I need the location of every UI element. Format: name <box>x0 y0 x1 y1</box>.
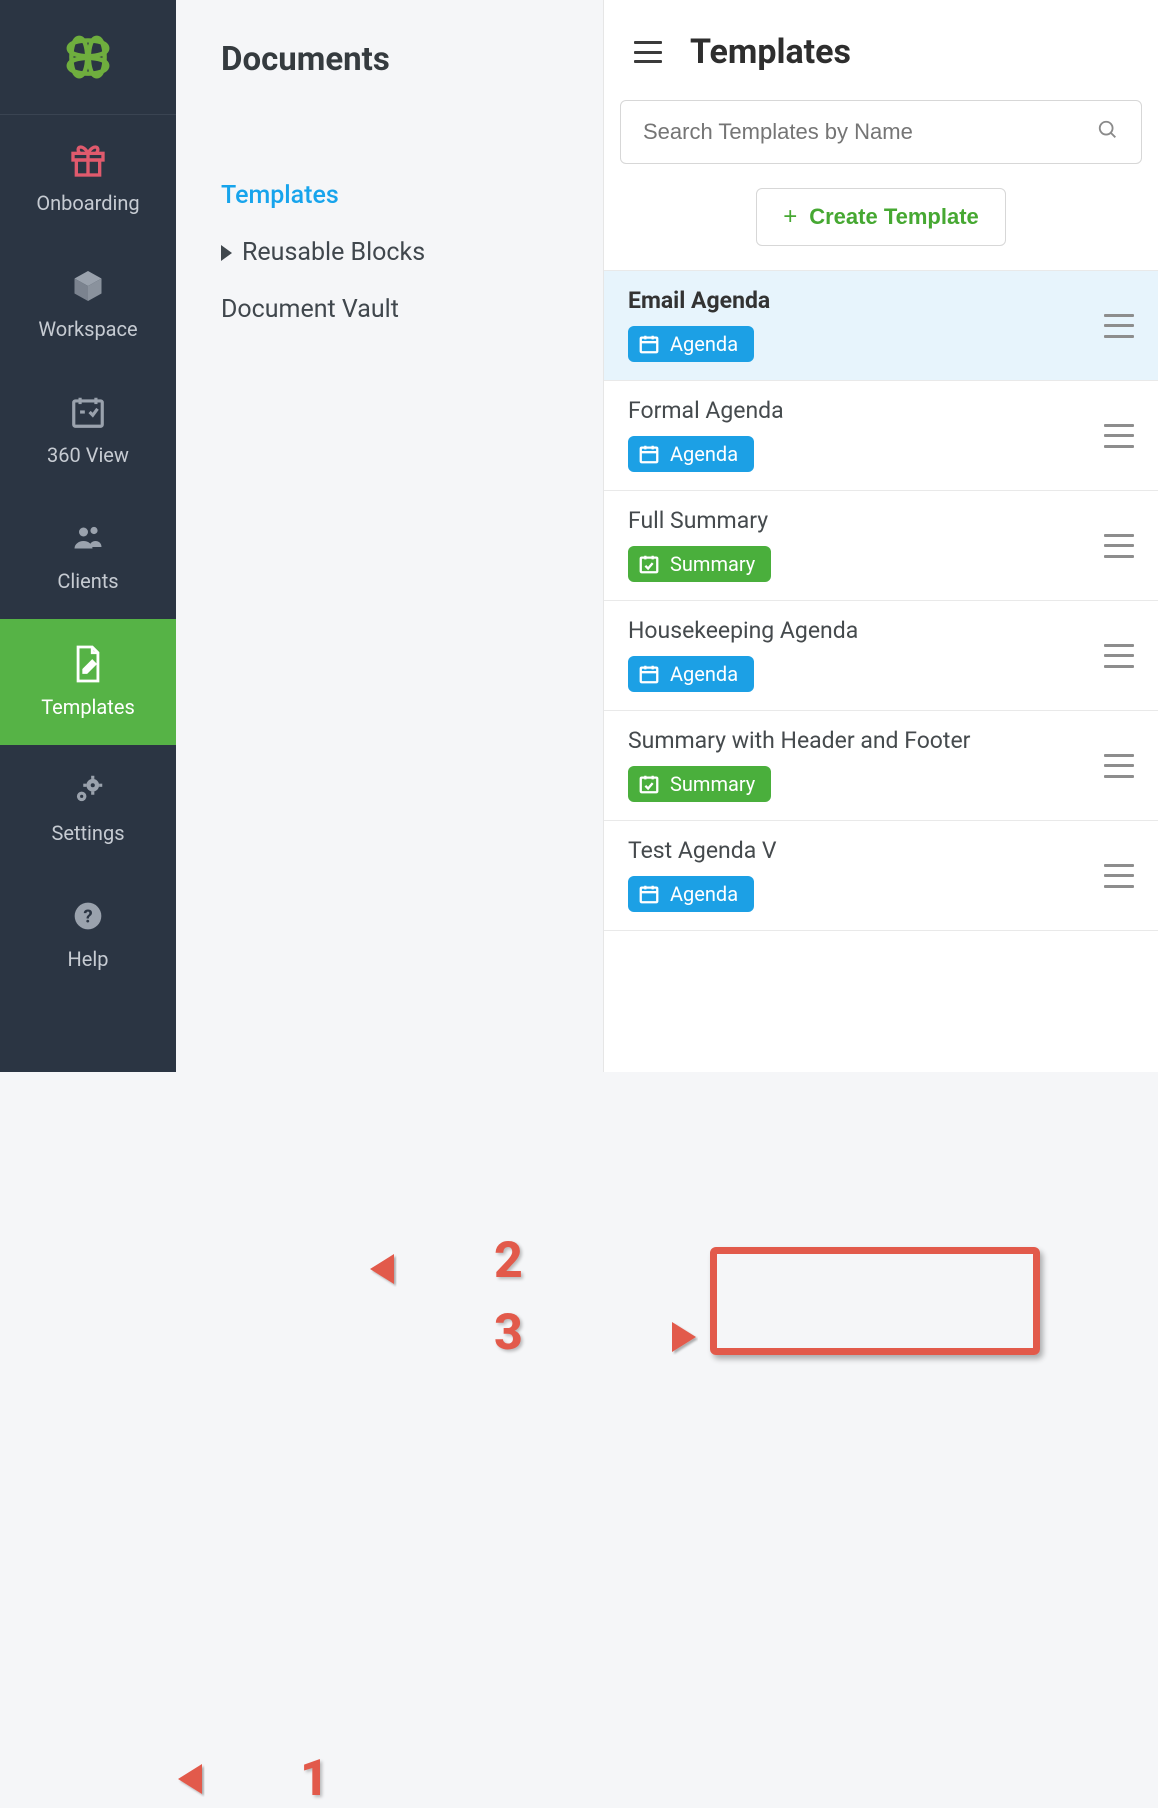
template-row[interactable]: Housekeeping Agenda Agenda <box>604 601 1158 711</box>
template-tag: Summary <box>628 766 771 802</box>
template-name: Formal Agenda <box>628 397 1134 424</box>
create-template-button[interactable]: + Create Template <box>756 188 1006 246</box>
calendar-check-icon <box>638 773 660 795</box>
row-menu-icon[interactable] <box>1104 424 1134 448</box>
calendar-icon <box>638 443 660 465</box>
row-menu-icon[interactable] <box>1104 534 1134 558</box>
panel-title: Documents <box>221 40 558 79</box>
template-list: Email Agenda Agenda Formal Agenda Agenda Ful… <box>604 270 1158 931</box>
nav-label: 360 View <box>47 443 129 467</box>
templates-title: Templates <box>690 32 851 72</box>
subnav-reusable-blocks[interactable]: Reusable Blocks <box>221 224 558 281</box>
nav-item-360view[interactable]: 360 View <box>0 367 176 493</box>
calendar-check-icon <box>638 553 660 575</box>
nav-item-onboarding[interactable]: Onboarding <box>0 115 176 241</box>
svg-text:?: ? <box>83 906 92 928</box>
templates-panel: Templates + Create Template Email Agenda… <box>603 0 1158 1072</box>
logo-icon <box>60 29 116 85</box>
nav-item-templates[interactable]: Templates <box>0 619 176 745</box>
template-tag: Agenda <box>628 876 754 912</box>
template-row[interactable]: Full Summary Summary <box>604 491 1158 601</box>
nav-label: Clients <box>57 569 118 593</box>
subnav-label: Templates <box>221 181 339 210</box>
help-icon: ? <box>72 897 104 935</box>
nav-label: Settings <box>51 821 124 845</box>
template-name: Summary with Header and Footer <box>628 727 1134 754</box>
documents-panel: Documents Templates Reusable Blocks Docu… <box>176 0 603 1072</box>
tag-label: Agenda <box>670 662 738 686</box>
row-menu-icon[interactable] <box>1104 754 1134 778</box>
tag-label: Agenda <box>670 332 738 356</box>
template-row[interactable]: Summary with Header and Footer Summary <box>604 711 1158 821</box>
row-menu-icon[interactable] <box>1104 644 1134 668</box>
templates-header: Templates <box>604 0 1158 100</box>
template-row[interactable]: Test Agenda V Agenda <box>604 821 1158 931</box>
nav-item-settings[interactable]: Settings <box>0 745 176 871</box>
search-input[interactable] <box>643 119 1097 145</box>
subnav-document-vault[interactable]: Document Vault <box>221 281 558 338</box>
nav-label: Templates <box>41 695 135 719</box>
subnav-templates[interactable]: Templates <box>221 167 558 224</box>
nav-item-workspace[interactable]: Workspace <box>0 241 176 367</box>
template-tag: Agenda <box>628 326 754 362</box>
nav-label: Workspace <box>38 317 137 341</box>
annotation-number-1: 1 <box>300 1750 329 1808</box>
nav-label: Onboarding <box>36 191 139 215</box>
template-row[interactable]: Formal Agenda Agenda <box>604 381 1158 491</box>
template-name: Test Agenda V <box>628 837 1134 864</box>
tag-label: Summary <box>670 772 755 796</box>
row-menu-icon[interactable] <box>1104 314 1134 338</box>
app-logo <box>0 0 176 115</box>
plus-icon: + <box>783 203 797 231</box>
template-tag: Summary <box>628 546 771 582</box>
nav-item-clients[interactable]: Clients <box>0 493 176 619</box>
calendar-check-icon <box>69 393 107 431</box>
gears-icon <box>69 771 107 809</box>
people-icon <box>68 519 108 557</box>
create-label: Create Template <box>809 204 979 230</box>
template-row[interactable]: Email Agenda Agenda <box>604 271 1158 381</box>
tag-label: Summary <box>670 552 755 576</box>
chevron-right-icon <box>221 245 232 261</box>
template-tag: Agenda <box>628 656 754 692</box>
subnav-label: Reusable Blocks <box>242 238 425 267</box>
annotation-number-2: 2 <box>494 1232 523 1290</box>
document-edit-icon <box>71 645 105 683</box>
nav-item-help[interactable]: ? Help <box>0 871 176 997</box>
calendar-icon <box>638 883 660 905</box>
template-name: Email Agenda <box>628 287 1134 314</box>
subnav-label: Document Vault <box>221 295 399 324</box>
nav-label: Help <box>68 947 109 971</box>
hamburger-icon[interactable] <box>634 41 662 63</box>
search-icon <box>1097 119 1119 145</box>
template-name: Full Summary <box>628 507 1134 534</box>
row-menu-icon[interactable] <box>1104 864 1134 888</box>
calendar-icon <box>638 663 660 685</box>
template-name: Housekeeping Agenda <box>628 617 1134 644</box>
tag-label: Agenda <box>670 442 738 466</box>
template-tag: Agenda <box>628 436 754 472</box>
search-box[interactable] <box>620 100 1142 164</box>
cube-icon <box>70 267 106 305</box>
tag-label: Agenda <box>670 882 738 906</box>
gift-icon <box>68 141 108 179</box>
annotation-number-3: 3 <box>494 1304 523 1362</box>
calendar-icon <box>638 333 660 355</box>
nav-rail: Onboarding Workspace 360 View <box>0 0 176 1072</box>
annotation-highlight <box>710 1247 1040 1355</box>
